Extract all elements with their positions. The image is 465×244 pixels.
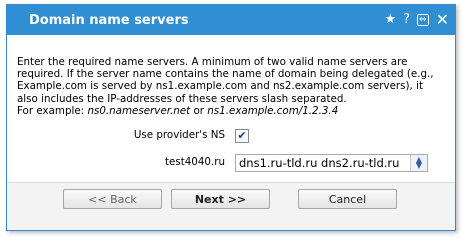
example-2: ns1.example.com/1.2.3.4 bbox=[207, 104, 339, 117]
cancel-button[interactable]: Cancel bbox=[298, 189, 397, 209]
pin-icon[interactable]: ★ bbox=[384, 13, 396, 27]
domain-name-servers-dialog: Domain name servers ★ ? ⇔ ✕ Enter the re… bbox=[6, 4, 456, 231]
use-provider-ns-checkbox[interactable]: ✔ bbox=[235, 129, 249, 143]
back-button[interactable]: << Back bbox=[63, 189, 162, 209]
dialog-titlebar[interactable]: Domain name servers ★ ? ⇔ ✕ bbox=[7, 5, 455, 35]
domain-label: test4040.ru bbox=[164, 156, 225, 168]
next-button[interactable]: Next >> bbox=[171, 189, 270, 209]
checkmark-icon: ✔ bbox=[237, 129, 247, 142]
name-servers-select[interactable]: dns1.ru-tld.ru dns2.ru-tld.ru ▲ ▼ bbox=[235, 154, 428, 172]
dialog-footer: << Back Next >> Cancel bbox=[7, 183, 455, 230]
titlebar-icons: ★ ? ⇔ ✕ bbox=[384, 5, 449, 35]
instructions-text: Enter the required name servers. A minim… bbox=[17, 56, 447, 117]
dialog-title: Domain name servers bbox=[29, 12, 189, 28]
name-servers-value: dns1.ru-tld.ru dns2.ru-tld.ru bbox=[239, 156, 400, 170]
instructions-body: Enter the required name servers. A minim… bbox=[17, 56, 434, 105]
example-prefix: For example: bbox=[17, 104, 88, 117]
example-or: or bbox=[190, 104, 208, 117]
close-icon[interactable]: ✕ bbox=[436, 12, 449, 28]
use-provider-ns-label: Use provider's NS bbox=[133, 129, 225, 141]
resize-icon[interactable]: ⇔ bbox=[417, 14, 429, 26]
help-icon[interactable]: ? bbox=[403, 13, 410, 27]
updown-arrows-icon[interactable]: ▲ ▼ bbox=[410, 155, 427, 171]
example-1: ns0.nameserver.net bbox=[87, 104, 191, 117]
